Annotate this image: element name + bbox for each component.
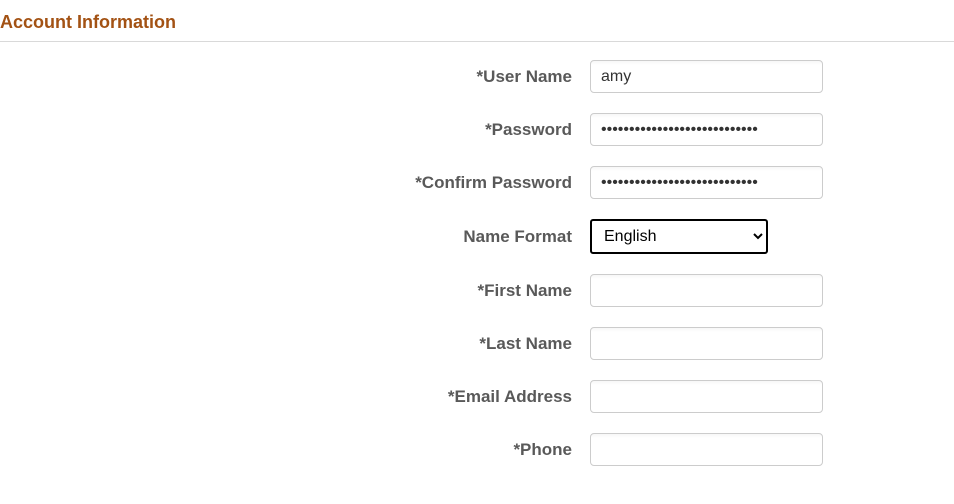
phone-row: *Phone	[0, 433, 954, 466]
last-name-label: *Last Name	[0, 334, 590, 354]
name-format-row: Name Format English	[0, 219, 954, 254]
account-form: *User Name *Password *Confirm Password N…	[0, 60, 954, 466]
name-format-select[interactable]: English	[590, 219, 768, 254]
email-label: *Email Address	[0, 387, 590, 407]
username-row: *User Name	[0, 60, 954, 93]
email-row: *Email Address	[0, 380, 954, 413]
first-name-row: *First Name	[0, 274, 954, 307]
last-name-input[interactable]	[590, 327, 823, 360]
username-input[interactable]	[590, 60, 823, 93]
confirm-password-row: *Confirm Password	[0, 166, 954, 199]
phone-input[interactable]	[590, 433, 823, 466]
password-label: *Password	[0, 120, 590, 140]
confirm-password-input[interactable]	[590, 166, 823, 199]
last-name-row: *Last Name	[0, 327, 954, 360]
username-label: *User Name	[0, 67, 590, 87]
name-format-label: Name Format	[0, 227, 590, 247]
section-title: Account Information	[0, 0, 954, 42]
email-input[interactable]	[590, 380, 823, 413]
password-row: *Password	[0, 113, 954, 146]
first-name-input[interactable]	[590, 274, 823, 307]
password-input[interactable]	[590, 113, 823, 146]
phone-label: *Phone	[0, 440, 590, 460]
confirm-password-label: *Confirm Password	[0, 173, 590, 193]
first-name-label: *First Name	[0, 281, 590, 301]
